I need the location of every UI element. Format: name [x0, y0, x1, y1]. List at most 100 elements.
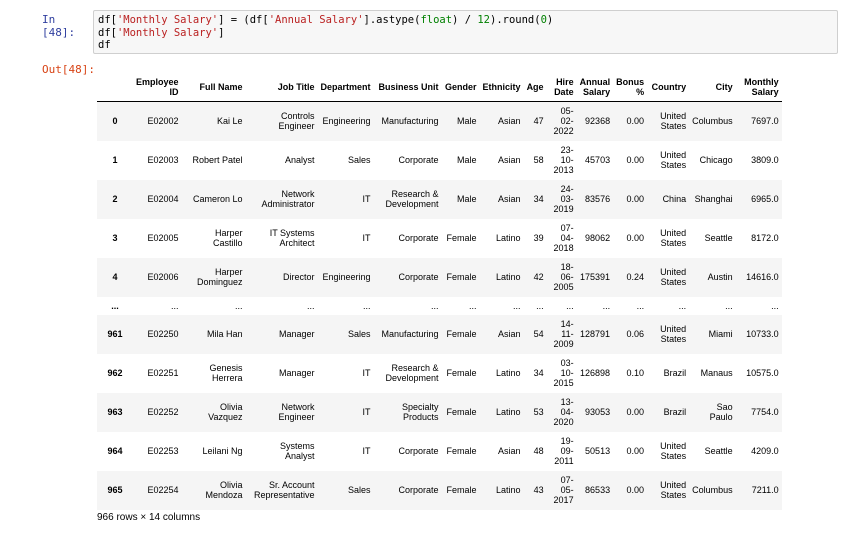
table-cell: China: [662, 194, 687, 204]
table-cell: ...: [725, 300, 733, 311]
column-header: Bonus %: [613, 73, 648, 102]
table-cell: Corporate: [398, 485, 439, 495]
table-cell: Specialty Products: [402, 402, 439, 422]
table-cell: ...: [678, 300, 687, 311]
table-cell: Manager: [279, 368, 315, 378]
table-cell: Latino: [496, 368, 521, 378]
table-row: 1 E02003 Robert Patel Analyst Sales Corporate…: [97, 141, 782, 180]
table-cell: ...: [363, 300, 371, 311]
code-editor[interactable]: df['Monthly Salary'] = (df['Annual Salar…: [93, 10, 838, 54]
table-cell: 50513: [585, 446, 611, 456]
code-token: ]: [218, 26, 225, 39]
table-cell: 53: [533, 407, 544, 417]
table-row: 965 E02254 Olivia Mendoza Sr. Account Repre…: [97, 470, 782, 510]
table-cell: Leilani Ng: [202, 446, 243, 456]
table-cell: ...: [171, 300, 179, 311]
table-row: 0 E02002 Kai Le Controls Engineer Engineerin…: [97, 101, 782, 141]
shape-summary: 966 rows × 14 columns: [97, 512, 201, 523]
column-header: City: [689, 73, 736, 102]
input-prompt: In [48]:: [42, 13, 76, 39]
table-cell: 14-11-2009: [553, 319, 574, 349]
table-cell: Research & Development: [385, 189, 439, 209]
table-cell: 13-04-2020: [553, 397, 574, 427]
table-cell: 34: [533, 194, 544, 204]
table-cell: Systems Analyst: [280, 441, 315, 461]
table-cell: 126898: [580, 368, 611, 378]
table-cell: 0.00: [626, 194, 645, 204]
table-cell: Director: [283, 272, 315, 282]
table-cell: ...: [307, 300, 315, 311]
table-cell: ...: [235, 300, 243, 311]
row-index: 961: [107, 329, 123, 339]
table-cell: E02254: [147, 485, 179, 495]
code-string: 'Annual Salary': [268, 14, 364, 26]
code-token: df: [98, 39, 111, 51]
table-cell: Chicago: [699, 155, 733, 165]
row-index: 3: [112, 233, 118, 243]
table-cell: Shanghai: [694, 194, 733, 204]
table-cell: 19-09-2011: [554, 436, 574, 466]
table-cell: 23-10-2013: [553, 145, 574, 175]
row-index: 4: [112, 272, 118, 282]
column-header: Department: [317, 73, 374, 102]
table-cell: 10575.0: [746, 368, 779, 378]
table-cell: Sales: [348, 155, 371, 165]
table-cell: IT: [362, 368, 371, 378]
table-cell: United States: [660, 150, 687, 170]
code-token: ): [546, 14, 554, 26]
code-token: ).round(: [490, 14, 541, 26]
table-row: 2 E02004 Cameron Lo Network Administrator IT…: [97, 179, 782, 219]
table-cell: 86533: [585, 485, 611, 495]
table-cell: 54: [533, 329, 544, 339]
table-cell: 7697.0: [751, 116, 779, 127]
table-cell: Kai Le: [217, 116, 243, 127]
table-cell: Asian: [498, 116, 521, 127]
table-cell: Latino: [496, 272, 521, 282]
table-cell: 24-03-2019: [553, 184, 574, 214]
table-cell: 34: [533, 368, 544, 378]
table-row: ........................................…: [97, 297, 782, 315]
table-cell: United States: [660, 267, 687, 287]
table-cell: 43: [533, 485, 544, 495]
table-cell: E02002: [147, 116, 179, 127]
table-cell: Female: [446, 329, 477, 339]
column-header: Job Title: [245, 73, 318, 102]
table-cell: Network Administrator: [261, 189, 315, 209]
table-cell: Sr. Account Representative: [253, 480, 315, 500]
table-cell: 0.00: [626, 233, 645, 243]
table-cell: Controls Engineer: [278, 111, 315, 132]
dataframe-table: Employee ID Full Name Job Title Departme…: [97, 73, 782, 510]
table-cell: 92368: [585, 116, 611, 127]
table-cell: Brazil: [663, 368, 687, 378]
table-cell: 83576: [585, 194, 611, 204]
table-cell: Sales: [348, 329, 371, 339]
table-cell: Engineering: [322, 272, 371, 282]
code-token: ] = (df[: [218, 14, 269, 26]
row-index: 964: [107, 446, 123, 456]
table-cell: E02252: [147, 407, 179, 417]
table-cell: ...: [431, 300, 439, 311]
table-cell: United States: [660, 111, 687, 132]
output-prompt: Out[48]:: [42, 63, 95, 76]
table-cell: Research & Development: [385, 363, 439, 383]
table-cell: 18-06-2005: [553, 262, 574, 292]
table-body: 0 E02002 Kai Le Controls Engineer Engineerin…: [97, 101, 782, 510]
table-cell: Asian: [498, 194, 521, 204]
table-cell: 8172.0: [751, 233, 779, 243]
header-row: Employee ID Full Name Job Title Departme…: [97, 73, 782, 102]
table-cell: 47: [533, 116, 544, 127]
row-index: 963: [107, 407, 123, 417]
table-cell: Robert Patel: [192, 155, 243, 165]
column-header: Business Unit: [373, 73, 442, 102]
table-cell: 0.00: [626, 485, 645, 495]
table-cell: Asian: [498, 446, 521, 456]
table-cell: 07-05-2017: [553, 475, 574, 505]
table-cell: Corporate: [398, 446, 439, 456]
table-cell: Sales: [348, 485, 371, 495]
table-cell: 93053: [585, 407, 611, 417]
column-header: Employee ID: [133, 73, 182, 102]
table-row: 963 E02252 Olivia Vazquez Network Engineer I…: [97, 392, 782, 432]
table-cell: 7754.0: [751, 407, 779, 417]
table-row: 4 E02006 Harper Dominguez Director Engineeri…: [97, 257, 782, 297]
table-cell: Seattle: [704, 233, 733, 243]
